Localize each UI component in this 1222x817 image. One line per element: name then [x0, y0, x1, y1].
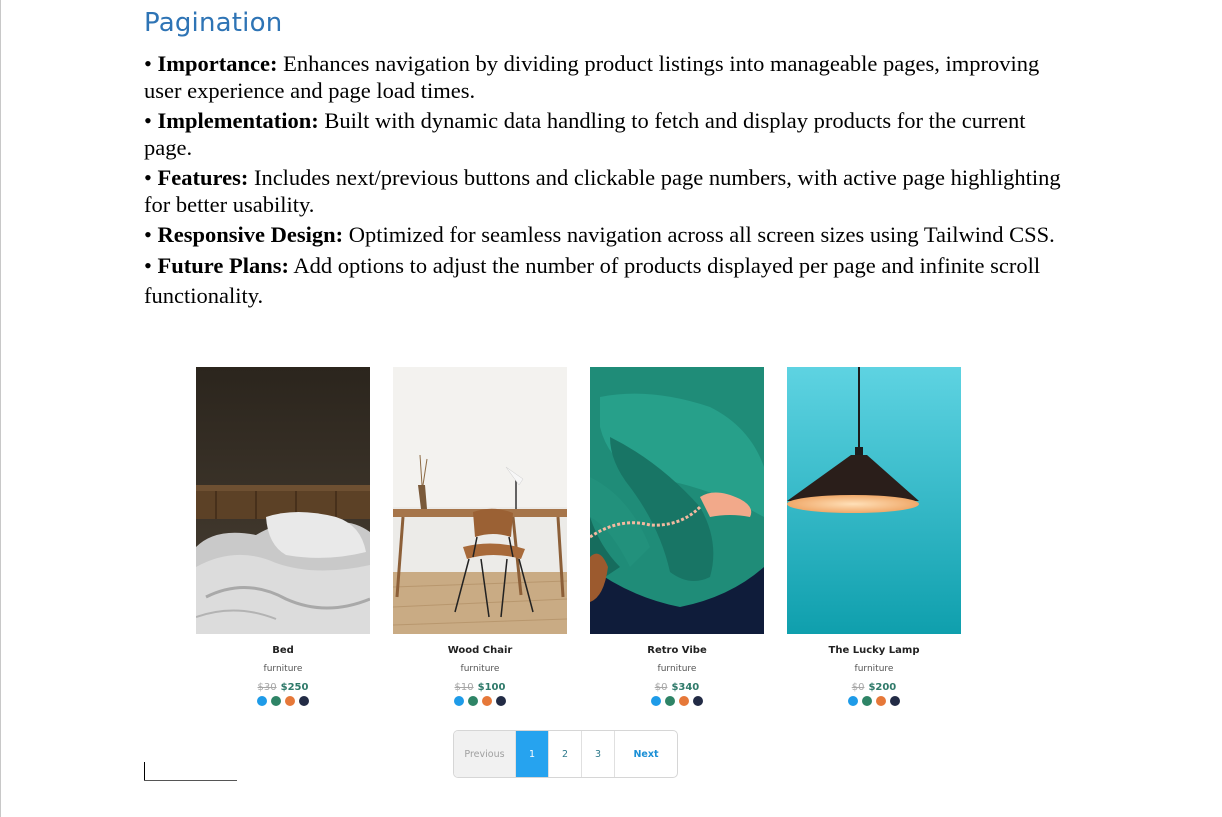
price: $200	[868, 682, 897, 693]
page-1-button[interactable]: 1	[516, 731, 549, 777]
bullet-implementation: • Implementation: Built with dynamic dat…	[144, 108, 1026, 160]
page-edge	[0, 0, 1, 817]
swatch-green[interactable]	[665, 696, 675, 706]
bullet-future-plans: • Future Plans: Add options to adjust th…	[144, 253, 1041, 308]
lucky-lamp-photo[interactable]	[787, 367, 961, 634]
swatch-navy[interactable]	[299, 696, 309, 706]
swatch-orange[interactable]	[679, 696, 689, 706]
product-card-bed[interactable]: Bed furniture $30 $250	[196, 367, 370, 706]
bullet-label: Implementation:	[157, 108, 319, 133]
swatch-orange[interactable]	[482, 696, 492, 706]
color-swatches	[196, 696, 370, 706]
product-name[interactable]: Retro Vibe	[590, 645, 764, 656]
bullet-responsive-design: • Responsive Design: Optimized for seaml…	[144, 222, 1055, 247]
product-category: furniture	[657, 664, 697, 674]
wood-chair-photo[interactable]	[393, 367, 567, 634]
previous-button[interactable]: Previous	[454, 731, 516, 777]
product-name[interactable]: Wood Chair	[393, 645, 567, 656]
bullet-list: • Importance: Enhances navigation by div…	[144, 50, 1079, 314]
product-prices: $30 $250	[196, 682, 370, 693]
swatch-blue[interactable]	[848, 696, 858, 706]
bullet-text: Includes next/previous buttons and click…	[144, 165, 1061, 217]
price: $100	[477, 682, 506, 693]
swatch-blue[interactable]	[257, 696, 267, 706]
swatch-green[interactable]	[862, 696, 872, 706]
swatch-blue[interactable]	[454, 696, 464, 706]
color-swatches	[590, 696, 764, 706]
color-swatches	[787, 696, 961, 706]
old-price: $10	[454, 682, 474, 693]
product-card-retro-vibe[interactable]: Retro Vibe furniture $0 $340	[590, 367, 764, 706]
bullet-importance: • Importance: Enhances navigation by div…	[144, 51, 1040, 103]
price: $250	[280, 682, 309, 693]
product-category: furniture	[854, 664, 894, 674]
swatch-orange[interactable]	[876, 696, 886, 706]
next-button[interactable]: Next	[615, 731, 677, 777]
bullet-label: Importance:	[157, 51, 278, 76]
product-name[interactable]: Bed	[196, 645, 370, 656]
pagination: Previous 1 2 3 Next	[453, 730, 678, 778]
retro-vibe-photo[interactable]	[590, 367, 764, 634]
bullet-label: Features:	[157, 165, 249, 190]
page-2-button[interactable]: 2	[549, 731, 582, 777]
bed-photo[interactable]	[196, 367, 370, 634]
bullet-label: Future Plans:	[157, 253, 289, 278]
swatch-navy[interactable]	[890, 696, 900, 706]
color-swatches	[393, 696, 567, 706]
swatch-navy[interactable]	[496, 696, 506, 706]
price: $340	[671, 682, 700, 693]
product-prices: $10 $100	[393, 682, 567, 693]
product-name[interactable]: The Lucky Lamp	[787, 645, 961, 656]
product-category: furniture	[263, 664, 303, 674]
product-card-wood-chair[interactable]: Wood Chair furniture $10 $100	[393, 367, 567, 706]
section-heading: Pagination	[144, 8, 283, 38]
swatch-orange[interactable]	[285, 696, 295, 706]
page-3-button[interactable]: 3	[582, 731, 615, 777]
swatch-green[interactable]	[271, 696, 281, 706]
bullet-label: Responsive Design:	[157, 222, 344, 247]
old-price: $0	[851, 682, 865, 693]
product-category: furniture	[460, 664, 500, 674]
product-prices: $0 $200	[787, 682, 961, 693]
swatch-navy[interactable]	[693, 696, 703, 706]
bullet-text: Optimized for seamless navigation across…	[343, 222, 1055, 247]
old-price: $30	[257, 682, 277, 693]
swatch-green[interactable]	[468, 696, 478, 706]
swatch-blue[interactable]	[651, 696, 661, 706]
product-prices: $0 $340	[590, 682, 764, 693]
old-price: $0	[654, 682, 668, 693]
text-cursor	[144, 762, 145, 780]
bullet-text: Enhances navigation by dividing product …	[144, 51, 1040, 103]
bullet-features: • Features: Includes next/previous butto…	[144, 165, 1061, 217]
product-card-lucky-lamp[interactable]: The Lucky Lamp furniture $0 $200	[787, 367, 961, 706]
empty-paragraph-line	[144, 780, 237, 781]
